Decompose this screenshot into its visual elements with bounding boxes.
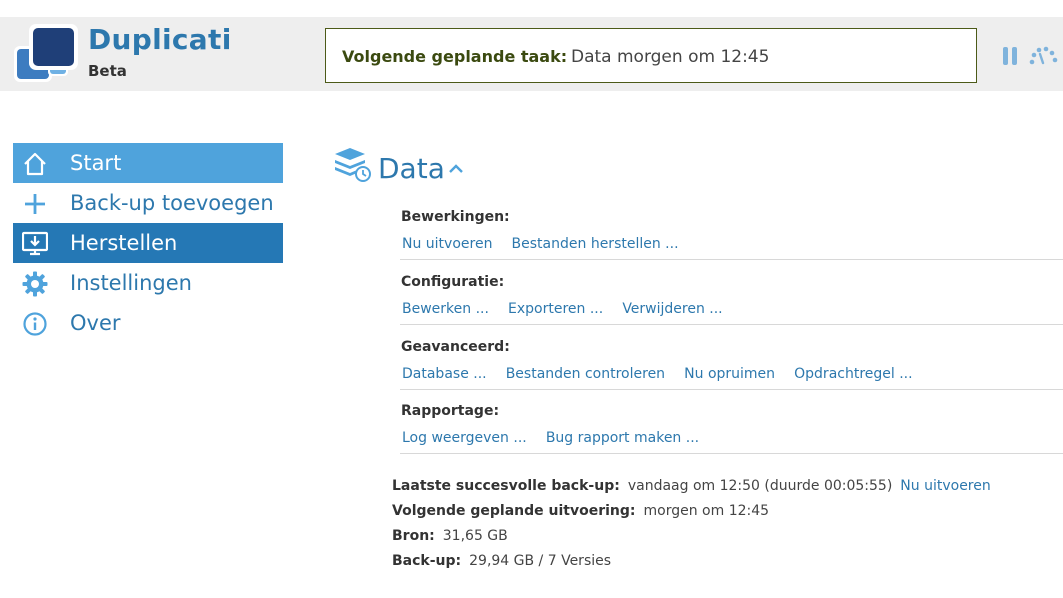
next-run-row: Volgende geplande uitvoering: morgen om 1… bbox=[392, 503, 777, 519]
commandline-link[interactable]: Opdrachtregel ... bbox=[794, 366, 912, 382]
nav-item-start[interactable]: Start bbox=[13, 143, 283, 183]
header: Duplicati Beta Volgende geplande taak: D… bbox=[0, 17, 1063, 91]
nav-item-settings[interactable]: Instellingen bbox=[13, 263, 283, 303]
info-value: 29,94 GB / 7 Versies bbox=[469, 553, 612, 569]
database-link[interactable]: Database ... bbox=[402, 366, 487, 382]
run-now-inline-link[interactable]: Nu uitvoeren bbox=[900, 478, 990, 494]
section-title: Configuratie: bbox=[401, 274, 505, 290]
show-log-link[interactable]: Log weergeven ... bbox=[402, 430, 527, 446]
info-label: Volgende geplande uitvoering: bbox=[392, 503, 636, 519]
divider bbox=[400, 259, 1063, 260]
gear-icon bbox=[22, 271, 48, 297]
info-label: Bron: bbox=[392, 528, 435, 544]
plus-icon bbox=[25, 194, 45, 214]
nav-label: Herstellen bbox=[70, 231, 178, 255]
nav-item-add-backup[interactable]: Back-up toevoegen bbox=[13, 183, 283, 223]
nav-item-restore[interactable]: Herstellen bbox=[13, 223, 283, 263]
info-label: Back-up: bbox=[392, 553, 462, 569]
last-backup-row: Laatste succesvolle back-up: vandaag om 1… bbox=[392, 478, 991, 494]
section-title: Bewerkingen: bbox=[401, 209, 510, 225]
app-subtitle: Beta bbox=[88, 62, 127, 80]
create-bug-report-link[interactable]: Bug rapport maken ... bbox=[546, 430, 699, 446]
status-value[interactable]: Data morgen om 12:45 bbox=[571, 47, 769, 67]
edit-link[interactable]: Bewerken ... bbox=[402, 301, 489, 317]
backup-size-row: Back-up: 29,94 GB / 7 Versies bbox=[392, 553, 619, 569]
source-size-row: Bron: 31,65 GB bbox=[392, 528, 516, 544]
verify-files-link[interactable]: Bestanden controleren bbox=[506, 366, 665, 382]
compact-now-link[interactable]: Nu opruimen bbox=[684, 366, 775, 382]
backup-header[interactable]: Data bbox=[333, 144, 533, 185]
divider bbox=[400, 324, 1063, 325]
divider bbox=[400, 453, 1063, 454]
delete-link[interactable]: Verwijderen ... bbox=[622, 301, 722, 317]
nav-label: Start bbox=[70, 151, 122, 175]
throttle-speed-icon[interactable] bbox=[1028, 45, 1058, 67]
restore-files-link[interactable]: Bestanden herstellen ... bbox=[512, 236, 679, 252]
info-value: 31,65 GB bbox=[442, 528, 508, 544]
info-value: vandaag om 12:50 (duurde 00:05:55) bbox=[627, 478, 893, 494]
nav-label: Over bbox=[70, 311, 121, 335]
app-title: Duplicati bbox=[88, 23, 232, 56]
export-link[interactable]: Exporteren ... bbox=[508, 301, 603, 317]
sidebar-nav: Start Back-up toevoegen Herstellen Inste… bbox=[13, 143, 283, 343]
run-now-link[interactable]: Nu uitvoeren bbox=[402, 236, 492, 252]
database-stack-icon bbox=[335, 148, 371, 182]
pause-icon[interactable] bbox=[1003, 47, 1017, 65]
backup-title: Data bbox=[378, 152, 445, 185]
info-label: Laatste succesvolle back-up: bbox=[392, 478, 620, 494]
nav-item-about[interactable]: Over bbox=[13, 303, 283, 343]
chevron-up-icon bbox=[449, 164, 463, 173]
info-icon bbox=[23, 312, 47, 336]
home-icon bbox=[24, 152, 46, 176]
duplicati-logo bbox=[14, 24, 78, 82]
status-label: Volgende geplande taak: bbox=[342, 47, 568, 66]
nav-label: Back-up toevoegen bbox=[70, 191, 274, 215]
section-title: Rapportage: bbox=[401, 403, 500, 419]
restore-icon bbox=[22, 231, 48, 256]
nav-label: Instellingen bbox=[70, 271, 192, 295]
section-title: Geavanceerd: bbox=[401, 339, 510, 355]
divider bbox=[400, 389, 1063, 390]
top-strip bbox=[0, 0, 1063, 17]
status-box: Volgende geplande taak: Data morgen om 1… bbox=[325, 28, 977, 83]
info-value: morgen om 12:45 bbox=[643, 503, 770, 519]
